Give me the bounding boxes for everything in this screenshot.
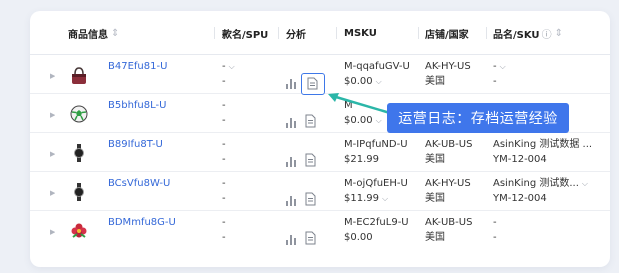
sort-icon[interactable]: ⇕ — [555, 28, 563, 39]
country-value: 美国 — [425, 193, 445, 204]
price-value: $11.99 ⌵ — [344, 191, 388, 206]
name-line1: - — [493, 61, 497, 72]
style-value: - — [222, 217, 226, 228]
column-divider — [214, 27, 215, 39]
header-product-info-label: 商品信息 — [68, 29, 108, 41]
header-name-sku-label: 品名/SKU — [493, 29, 540, 41]
msku-value: M-IPqfuND-U — [344, 139, 408, 150]
store-value: AK-UB-US — [425, 139, 473, 150]
sort-icon[interactable]: ⇕ — [111, 28, 119, 39]
product-sku-link[interactable]: B89Ifu8T-U — [108, 137, 163, 152]
column-divider — [486, 27, 487, 39]
store-value: AK-HY-US — [425, 61, 471, 72]
product-sku-link[interactable]: B47Efu81-U — [108, 59, 167, 74]
price-text: $0.00 — [344, 76, 373, 87]
name-value: AsinKing 测试数据 ... — [493, 139, 593, 150]
document-icon[interactable] — [304, 153, 318, 168]
spu-value: - — [222, 76, 226, 87]
operation-log-tooltip: 运营日志：存档运营经验 — [387, 103, 569, 133]
product-sku-link[interactable]: BDMmfu8G-U — [108, 215, 176, 230]
store-value: AK-UB-US — [425, 217, 473, 228]
flower-icon — [68, 220, 90, 242]
header-analysis: 分析 — [286, 11, 306, 55]
style-value: - — [222, 100, 226, 111]
table-row: ▶ B89Ifu8T-U - - M-IPqfuND-U $21.99 AK-U… — [30, 134, 610, 172]
header-style-spu: 款名/SPU — [222, 11, 268, 55]
expand-row-icon[interactable]: ▶ — [50, 69, 55, 84]
tooltip-text: 运营日志：存档运营经验 — [398, 111, 558, 127]
header-product-info[interactable]: 商品信息 ⇕ — [68, 11, 119, 55]
style-value: - — [222, 178, 226, 189]
watch-icon — [68, 142, 90, 164]
store-value: AK-HY-US — [425, 178, 471, 189]
document-icon[interactable] — [304, 192, 318, 207]
msku-value: M-ojQfuEH-U — [344, 178, 408, 189]
expand-row-icon[interactable]: ▶ — [50, 147, 55, 162]
watch-icon — [68, 181, 90, 203]
document-icon[interactable] — [304, 114, 318, 129]
operation-log-button[interactable] — [301, 73, 325, 95]
column-divider — [418, 27, 419, 39]
table-header: 商品信息 ⇕ 款名/SPU 分析 MSKU 店铺/国家 品名/SKU ⓘ ⇕ — [30, 11, 610, 55]
header-store-country: 店铺/国家 — [425, 11, 469, 55]
price-value: $0.00 — [344, 232, 373, 243]
product-table-card: 商品信息 ⇕ 款名/SPU 分析 MSKU 店铺/国家 品名/SKU ⓘ ⇕ ▶ — [30, 11, 610, 267]
chevron-down-icon[interactable]: ⌵ — [229, 62, 235, 71]
column-divider — [278, 27, 279, 39]
header-name-sku[interactable]: 品名/SKU ⓘ ⇕ — [493, 11, 563, 55]
column-divider — [336, 27, 337, 39]
country-value: 美国 — [425, 232, 445, 243]
sku-value: YM-12-004 — [493, 193, 547, 204]
bar-chart-icon[interactable] — [286, 235, 296, 245]
document-icon[interactable] — [304, 231, 318, 246]
ball-icon — [68, 103, 90, 125]
chevron-down-icon[interactable]: ⌵ — [382, 194, 388, 203]
country-value: 美国 — [425, 76, 445, 87]
spu-value: - — [222, 193, 226, 204]
header-style-spu-label: 款名/SPU — [222, 29, 269, 41]
bar-chart-icon[interactable] — [286, 118, 296, 128]
msku-value: M-qqafuGV-U — [344, 61, 410, 72]
style-line1: - — [222, 61, 226, 72]
bar-chart-icon[interactable] — [286, 79, 296, 89]
bar-chart-icon[interactable] — [286, 157, 296, 167]
chevron-down-icon[interactable]: ⌵ — [376, 77, 382, 86]
spu-value: - — [222, 154, 226, 165]
country-value: 美国 — [425, 154, 445, 165]
product-sku-link[interactable]: B5bhfu8L-U — [108, 98, 166, 113]
style-value[interactable]: - ⌵ — [222, 59, 235, 74]
callout-arrow-icon — [328, 93, 391, 115]
handbag-icon — [68, 65, 90, 87]
header-msku: MSKU — [344, 11, 377, 55]
price-value: $21.99 — [344, 154, 379, 165]
info-icon[interactable]: ⓘ — [542, 26, 552, 41]
header-store-country-label: 店铺/国家 — [425, 29, 469, 41]
document-icon — [307, 77, 318, 90]
sku-value: - — [493, 232, 497, 243]
chevron-down-icon[interactable]: ⌵ — [500, 62, 506, 71]
name-value: - — [493, 217, 497, 228]
price-value: $0.00 ⌵ — [344, 74, 382, 89]
product-sku-link[interactable]: BCsVfu8W-U — [108, 176, 170, 191]
price-text: $11.99 — [344, 193, 379, 204]
name-line1: AsinKing 测试数... — [493, 178, 579, 189]
table-row: ▶ BDMmfu8G-U - - M-EC2fuL9-U $0.00 AK-UB… — [30, 212, 610, 250]
header-msku-label: MSKU — [344, 27, 377, 39]
header-analysis-label: 分析 — [286, 29, 306, 41]
expand-row-icon[interactable]: ▶ — [50, 225, 55, 240]
expand-row-icon[interactable]: ▶ — [50, 108, 55, 123]
style-value: - — [222, 139, 226, 150]
name-value[interactable]: AsinKing 测试数... ⌵ — [493, 176, 588, 191]
chevron-down-icon[interactable]: ⌵ — [582, 179, 588, 188]
name-value[interactable]: - ⌵ — [493, 59, 506, 74]
spu-value: - — [222, 232, 226, 243]
sku-value: - — [493, 76, 497, 87]
expand-row-icon[interactable]: ▶ — [50, 186, 55, 201]
sku-value: YM-12-004 — [493, 154, 547, 165]
spu-value: - — [222, 115, 226, 126]
bar-chart-icon[interactable] — [286, 196, 296, 206]
table-row: ▶ BCsVfu8W-U - - M-ojQfuEH-U $11.99 ⌵ AK-… — [30, 173, 610, 211]
msku-value: M-EC2fuL9-U — [344, 217, 409, 228]
